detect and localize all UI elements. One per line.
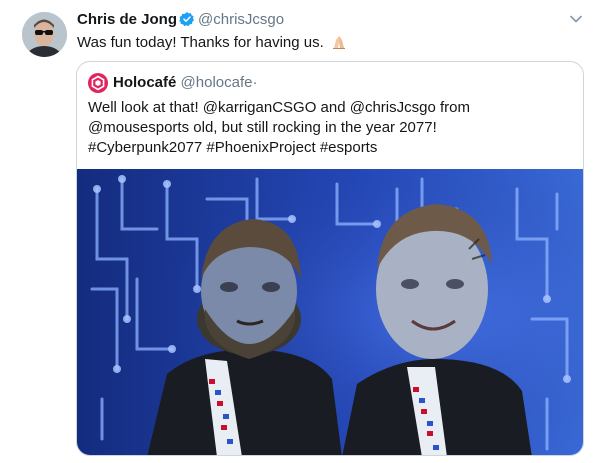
chevron-down-icon[interactable]	[569, 12, 583, 26]
tweet-text: Was fun today! Thanks for having us.	[77, 34, 348, 51]
quote-line: Well look at that! @karriganCSGO and @ch…	[88, 99, 470, 116]
avatar-photo	[22, 12, 67, 57]
tweet-text-content: Was fun today! Thanks for having us.	[77, 34, 324, 51]
quote-handle: @holocafe	[180, 74, 253, 91]
quote-header: Holocafé @holocafe·	[113, 74, 257, 91]
verified-badge-icon	[179, 11, 195, 27]
photo-two-men	[77, 169, 583, 455]
display-name[interactable]: Chris de Jong	[77, 11, 177, 28]
quoted-tweet[interactable]: Holocafé @holocafe· Well look at that! @…	[76, 61, 584, 456]
tweet-header: Chris de Jong @chrisJcsgo	[77, 11, 284, 28]
holocafe-avatar	[88, 73, 108, 93]
handle[interactable]: @chrisJcsgo	[198, 11, 284, 28]
quote-line: #Cyberpunk2077 #PhoenixProject #esports	[88, 139, 378, 156]
quote-line: @mousesports old, but still rocking in t…	[88, 119, 437, 136]
quote-photo[interactable]	[77, 169, 583, 455]
avatar[interactable]	[22, 12, 67, 57]
folded-hands-emoji-icon	[330, 35, 348, 49]
quote-display-name: Holocafé	[113, 74, 177, 91]
quote-separator: ·	[252, 74, 258, 91]
quote-text: Well look at that! @karriganCSGO and @ch…	[88, 98, 578, 158]
